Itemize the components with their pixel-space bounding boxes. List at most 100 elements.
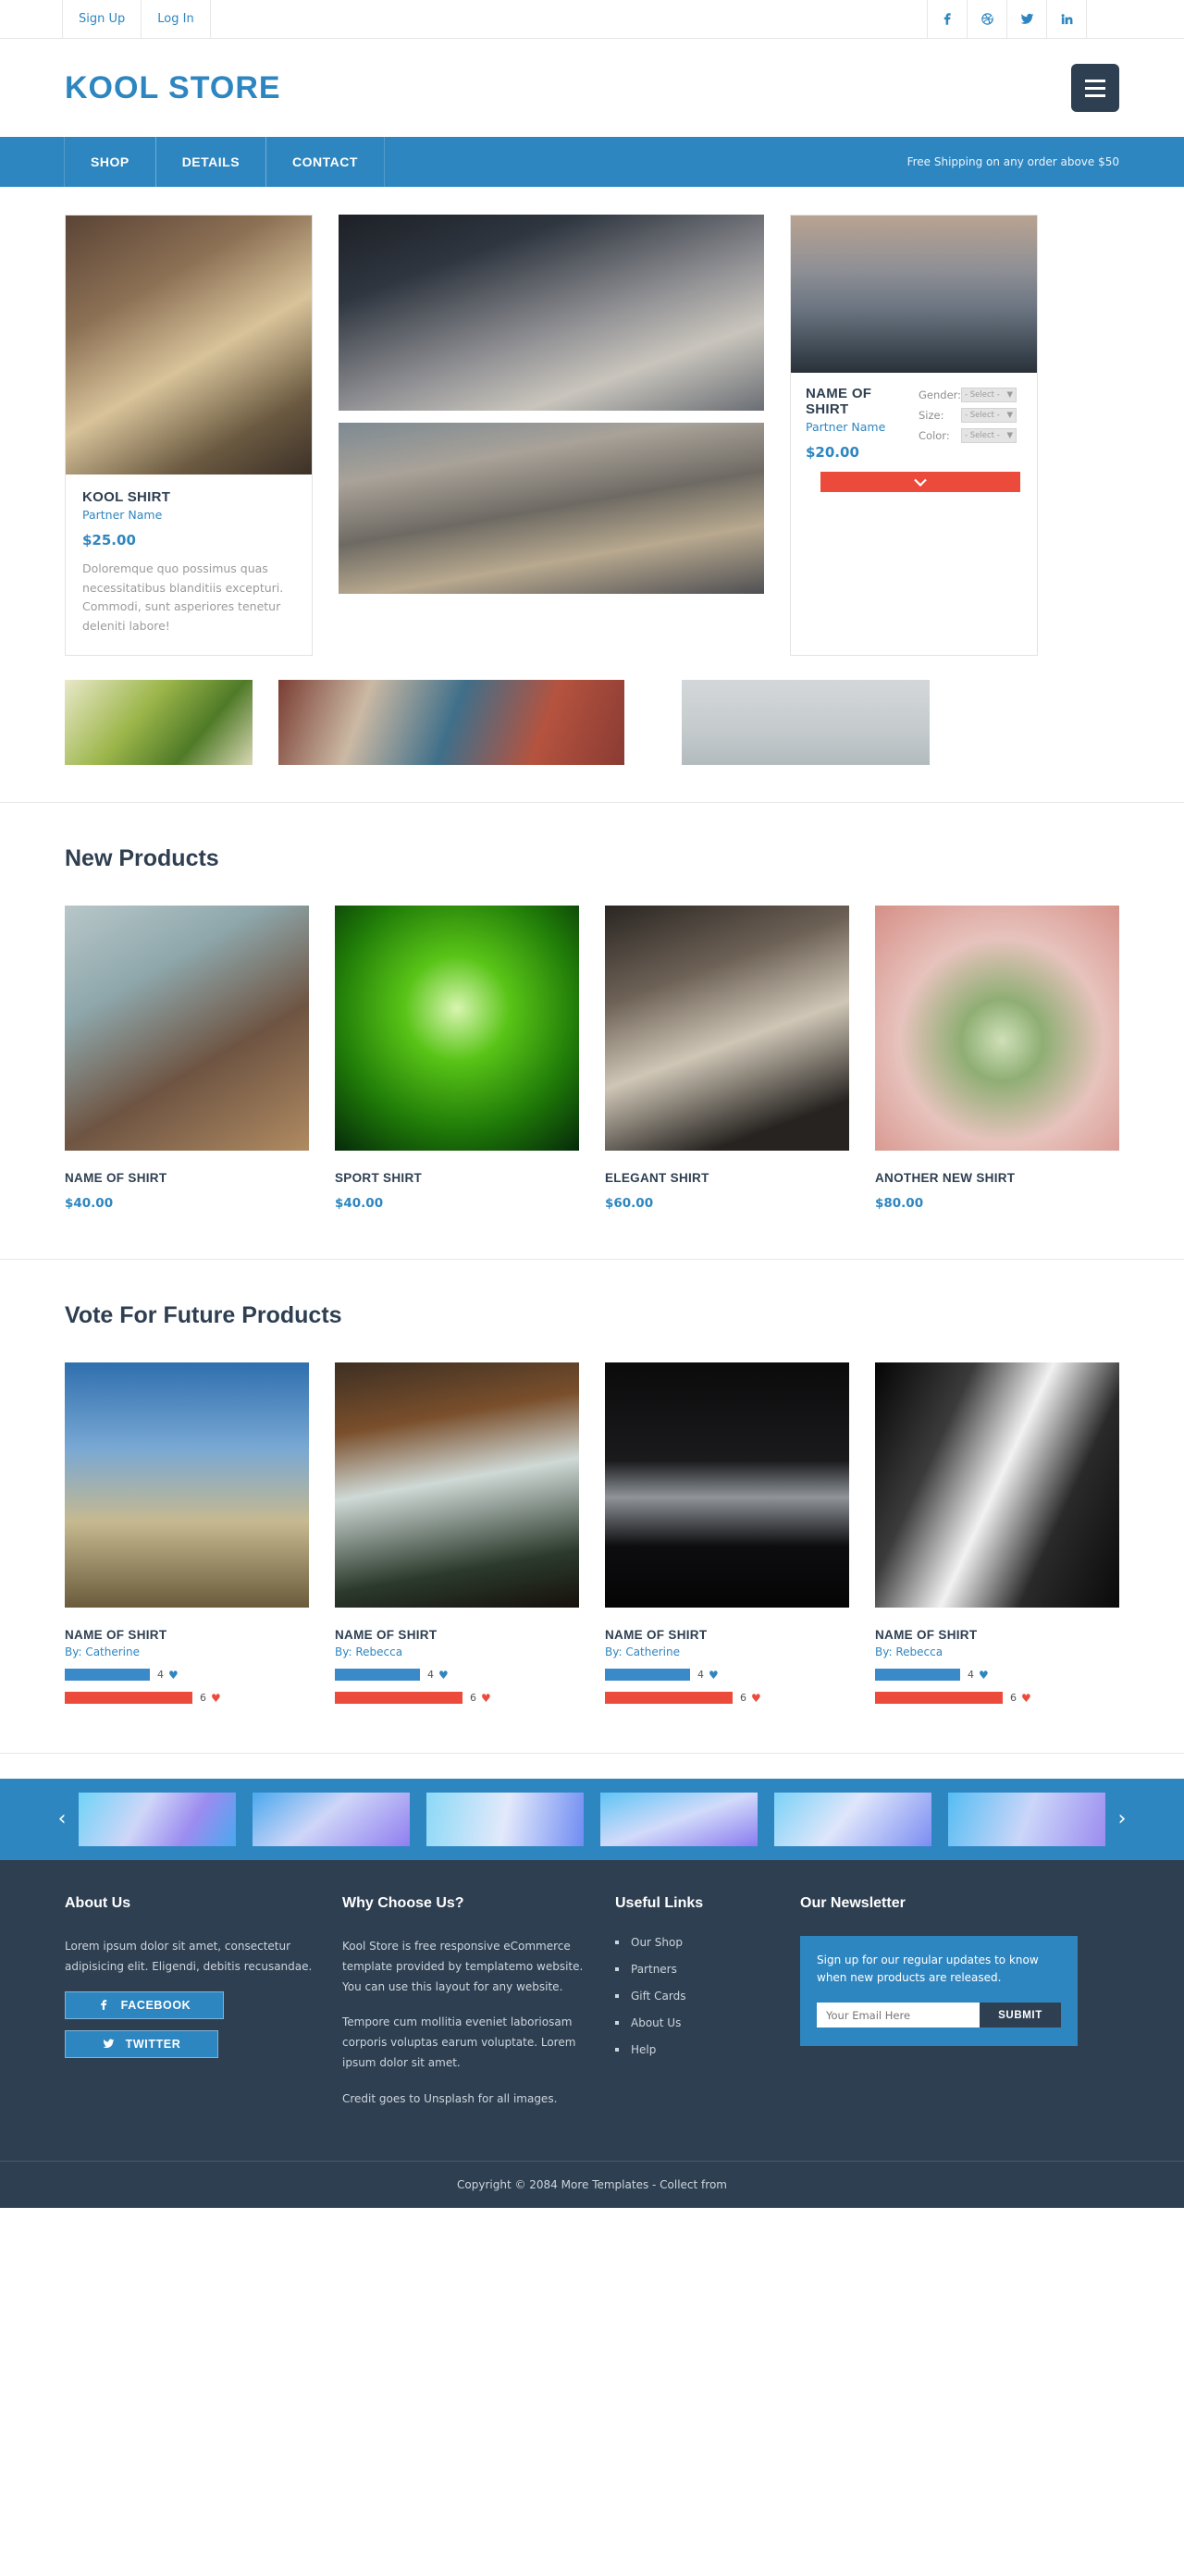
option-product-card[interactable]: NAME OF SHIRT Partner Name $20.00 Gender… <box>790 215 1038 656</box>
login-link[interactable]: Log In <box>141 0 211 38</box>
option-gender-select[interactable]: - Select - ▼ <box>961 388 1017 402</box>
menu-bar-1 <box>1085 79 1105 82</box>
new-product-image <box>875 905 1119 1151</box>
heart-icon: ♥ <box>979 1668 989 1682</box>
chevron-down-icon: ▼ <box>1006 390 1013 400</box>
vote-up-row: 4 ♥ <box>335 1669 579 1682</box>
new-product-item[interactable]: ELEGANT SHIRT $60.00 <box>605 905 849 1211</box>
new-product-item[interactable]: ANOTHER NEW SHIRT $80.00 <box>875 905 1119 1211</box>
vote-up-bar[interactable] <box>875 1669 960 1681</box>
new-product-name: ELEGANT SHIRT <box>605 1170 709 1185</box>
vote-down-bar[interactable] <box>875 1692 1003 1704</box>
vote-title: Vote For Future Products <box>65 1301 342 1328</box>
facebook-button[interactable]: FACEBOOK <box>65 1991 224 2019</box>
footer-why-p2: Tempore cum mollitia eveniet laboriosam … <box>342 2015 576 2070</box>
footer-why-column: Why Choose Us? Kool Store is free respon… <box>342 1895 615 2124</box>
vote-down-row: 6 ♥ <box>335 1692 579 1705</box>
carousel-slide[interactable] <box>253 1792 410 1846</box>
new-product-item[interactable]: SPORT SHIRT $40.00 <box>335 905 579 1211</box>
hero-section: KOOL SHIRT Partner Name $25.00 Doloremqu… <box>65 187 1119 802</box>
footer-link-partners[interactable]: Partners <box>615 1963 772 1976</box>
option-size: Size: - Select - ▼ <box>919 408 1022 423</box>
vote-item[interactable]: NAME OF SHIRT By: Rebecca 4 ♥ 6 ♥ <box>875 1362 1119 1705</box>
copyright-text: Copyright © 2084 More Templates - Collec… <box>457 2177 727 2191</box>
vote-item-name: NAME OF SHIRT <box>335 1627 438 1642</box>
thumbnail-leaf[interactable] <box>65 679 253 765</box>
new-product-price: $40.00 <box>65 1195 114 1211</box>
footer-link-label: Partners <box>631 1962 677 1976</box>
carousel-slide[interactable] <box>948 1792 1105 1846</box>
option-color-value: - Select - <box>965 431 1000 440</box>
footer-why-p1: Kool Store is free responsive eCommerce … <box>342 1939 584 1993</box>
hero-image-street[interactable] <box>339 423 764 594</box>
vote-down-bar[interactable] <box>605 1692 733 1704</box>
vote-up-bar[interactable] <box>335 1669 420 1681</box>
carousel-slide[interactable] <box>426 1792 584 1846</box>
option-size-label: Size: <box>919 409 944 422</box>
hero-image-piano[interactable] <box>339 215 764 411</box>
hamburger-menu-icon[interactable] <box>1071 64 1119 112</box>
twitter-icon[interactable] <box>1006 0 1047 38</box>
footer-link-about-us[interactable]: About Us <box>615 2016 772 2029</box>
vote-up-bar[interactable] <box>65 1669 150 1681</box>
newsletter-email-input[interactable] <box>817 2003 980 2028</box>
nav-item-shop[interactable]: SHOP <box>64 137 156 187</box>
nav-item-contact[interactable]: CONTACT <box>265 137 385 187</box>
chevron-down-icon <box>914 478 927 487</box>
footer-link-label: About Us <box>631 2015 682 2029</box>
option-gender-value: - Select - <box>965 390 1000 400</box>
feature-product-card[interactable]: KOOL SHIRT Partner Name $25.00 Doloremqu… <box>65 215 313 656</box>
signup-link[interactable]: Sign Up <box>62 0 142 38</box>
thumbnail-houses[interactable] <box>278 679 624 765</box>
new-product-item[interactable]: NAME OF SHIRT $40.00 <box>65 905 309 1211</box>
vote-down-bar[interactable] <box>65 1692 192 1704</box>
vote-up-bar[interactable] <box>605 1669 690 1681</box>
feature-product-partner[interactable]: Partner Name <box>82 508 295 522</box>
vote-up-row: 4 ♥ <box>875 1669 1119 1682</box>
shipping-note: Free Shipping on any order above $50 <box>906 155 1119 168</box>
linkedin-icon[interactable] <box>1046 0 1087 38</box>
vote-down-bar[interactable] <box>335 1692 462 1704</box>
vote-item[interactable]: NAME OF SHIRT By: Catherine 4 ♥ 6 ♥ <box>605 1362 849 1705</box>
option-product-partner[interactable]: Partner Name <box>806 420 919 434</box>
carousel-slide[interactable] <box>79 1792 236 1846</box>
add-to-cart-button[interactable] <box>820 472 1020 492</box>
site-logo[interactable]: KOOL STORE <box>65 70 281 106</box>
footer: About Us Lorem ipsum dolor sit amet, con… <box>0 1859 1184 2161</box>
new-product-name: NAME OF SHIRT <box>65 1170 167 1185</box>
heart-icon: ♥ <box>1021 1691 1031 1705</box>
carousel-slide[interactable] <box>774 1792 931 1846</box>
option-product-price: $20.00 <box>806 444 859 461</box>
carousel-slide[interactable] <box>600 1792 758 1846</box>
dribbble-icon[interactable] <box>967 0 1007 38</box>
option-list: Gender: - Select - ▼ Size: - Select - ▼ … <box>919 386 1022 461</box>
twitter-button[interactable]: TWITTER <box>65 2029 218 2058</box>
footer-newsletter-column: Our Newsletter Sign up for our regular u… <box>800 1895 1078 2124</box>
vote-down-count: 6 <box>1010 1692 1017 1704</box>
nav-item-details[interactable]: DETAILS <box>154 137 267 187</box>
new-product-name: SPORT SHIRT <box>335 1170 423 1185</box>
footer-link-label: Gift Cards <box>631 1989 686 2003</box>
feature-product-price: $25.00 <box>82 532 136 548</box>
vote-item-image <box>335 1362 579 1608</box>
vote-item[interactable]: NAME OF SHIRT By: Catherine 4 ♥ 6 ♥ <box>65 1362 309 1705</box>
footer-link-our-shop[interactable]: Our Shop <box>615 1936 772 1949</box>
vote-section: Vote For Future Products NAME OF SHIRT B… <box>65 1260 1119 1753</box>
vote-down-count: 6 <box>740 1692 746 1704</box>
facebook-icon[interactable] <box>927 0 968 38</box>
vote-item[interactable]: NAME OF SHIRT By: Rebecca 4 ♥ 6 ♥ <box>335 1362 579 1705</box>
footer-link-help[interactable]: Help <box>615 2043 772 2056</box>
newsletter-submit-button[interactable]: SUBMIT <box>980 2003 1061 2028</box>
new-product-price: $40.00 <box>335 1195 384 1211</box>
feature-product-description: Doloremque quo possimus quas necessitati… <box>82 561 284 633</box>
option-size-select[interactable]: - Select - ▼ <box>961 408 1017 423</box>
new-products-section: New Products NAME OF SHIRT $40.00 SPORT … <box>65 803 1119 1259</box>
thumbnail-sea[interactable] <box>682 679 930 765</box>
menu-bar-2 <box>1085 86 1105 90</box>
vote-up-count: 4 <box>968 1669 974 1681</box>
footer-link-gift-cards[interactable]: Gift Cards <box>615 1990 772 2003</box>
chevron-left-icon[interactable]: ‹ <box>46 1807 78 1830</box>
option-color-select[interactable]: - Select - ▼ <box>961 428 1017 443</box>
chevron-right-icon[interactable]: › <box>1106 1807 1138 1830</box>
vote-item-author: By: Rebecca <box>335 1645 403 1658</box>
